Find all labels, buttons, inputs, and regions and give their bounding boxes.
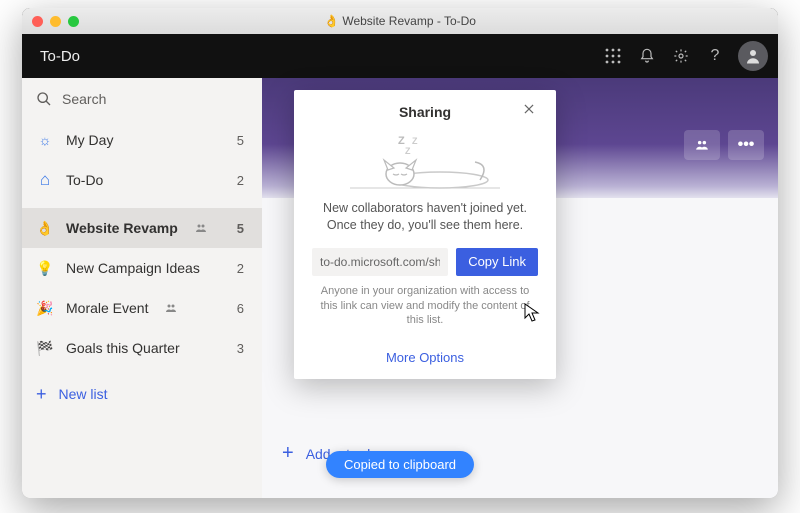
sidebar-item-my-day[interactable]: ☼ My Day 5 [22,120,262,160]
svg-text:Z: Z [412,136,418,146]
modal-title: Sharing [399,104,451,120]
sidebar-item-goals[interactable]: 🏁 Goals this Quarter 3 [22,328,262,368]
sidebar-item-label: Website Revamp [66,220,178,236]
sun-icon: ☼ [36,132,54,148]
sidebar-item-label: My Day [66,132,225,148]
more-options-button[interactable]: ••• [728,130,764,160]
window-titlebar: 👌 Website Revamp - To-Do [22,8,778,34]
new-list-button[interactable]: + New list [22,372,262,416]
new-list-label: New list [59,386,108,402]
sidebar-item-morale-event[interactable]: 🎉 Morale Event 6 [22,288,262,328]
user-avatar[interactable] [738,41,768,71]
app-name: To-Do [40,48,80,65]
window-minimize-icon[interactable] [50,16,61,27]
app-header: To-Do ? [22,34,778,78]
more-options-link[interactable]: More Options [312,344,538,367]
search-icon [36,91,52,107]
sidebar-item-label: Goals this Quarter [66,340,225,356]
plus-icon: + [282,442,294,465]
modal-close-button[interactable] [522,102,542,122]
home-icon: ⌂ [36,170,54,190]
sidebar-item-label: To-Do [66,172,225,188]
bulb-icon: 💡 [36,260,54,277]
sidebar-item-todo[interactable]: ⌂ To-Do 2 [22,160,262,200]
svg-text:Z: Z [398,135,405,147]
modal-message: New collaborators haven't joined yet. On… [312,200,538,234]
sleeping-cat-illustration: Z Z Z [312,126,538,190]
sidebar-item-count: 2 [237,173,248,188]
shared-icon [194,222,208,234]
sidebar-item-count: 6 [237,301,248,316]
sidebar-item-count: 5 [237,221,248,236]
sidebar-item-website-revamp[interactable]: 👌 Website Revamp 5 [22,208,262,248]
window-title: Website Revamp - To-Do [342,14,476,28]
sidebar-item-count: 2 [237,261,248,276]
svg-text:Z: Z [405,146,411,156]
modal-fineprint: Anyone in your organization with access … [312,284,538,329]
bell-icon[interactable] [630,39,664,73]
copy-link-button[interactable]: Copy Link [456,248,538,276]
sidebar-item-count: 5 [237,133,248,148]
sidebar-item-label: Morale Event [66,300,148,316]
sidebar-item-new-campaign[interactable]: 💡 New Campaign Ideas 2 [22,248,262,288]
sidebar-item-count: 3 [237,341,248,356]
toast-copied: Copied to clipboard [326,451,474,478]
share-link-input[interactable] [312,248,448,276]
window-title-icon: 👌 [324,14,339,28]
window-zoom-icon[interactable] [68,16,79,27]
sidebar: Search ☼ My Day 5 ⌂ To-Do 2 👌 Website Re… [22,78,262,498]
help-icon[interactable]: ? [698,39,732,73]
settings-gear-icon[interactable] [664,39,698,73]
sharing-modal: Sharing Z Z Z New collaborators haven't … [294,90,556,379]
ok-hand-icon: 👌 [36,220,54,237]
waffle-icon[interactable] [596,39,630,73]
sidebar-item-label: New Campaign Ideas [66,260,225,276]
window-close-icon[interactable] [32,16,43,27]
party-icon: 🎉 [36,300,54,317]
flag-icon: 🏁 [36,340,54,357]
shared-icon [164,302,178,314]
plus-icon: + [36,384,47,405]
search-placeholder: Search [62,91,106,107]
share-list-button[interactable] [684,130,720,160]
search-row[interactable]: Search [22,78,262,120]
